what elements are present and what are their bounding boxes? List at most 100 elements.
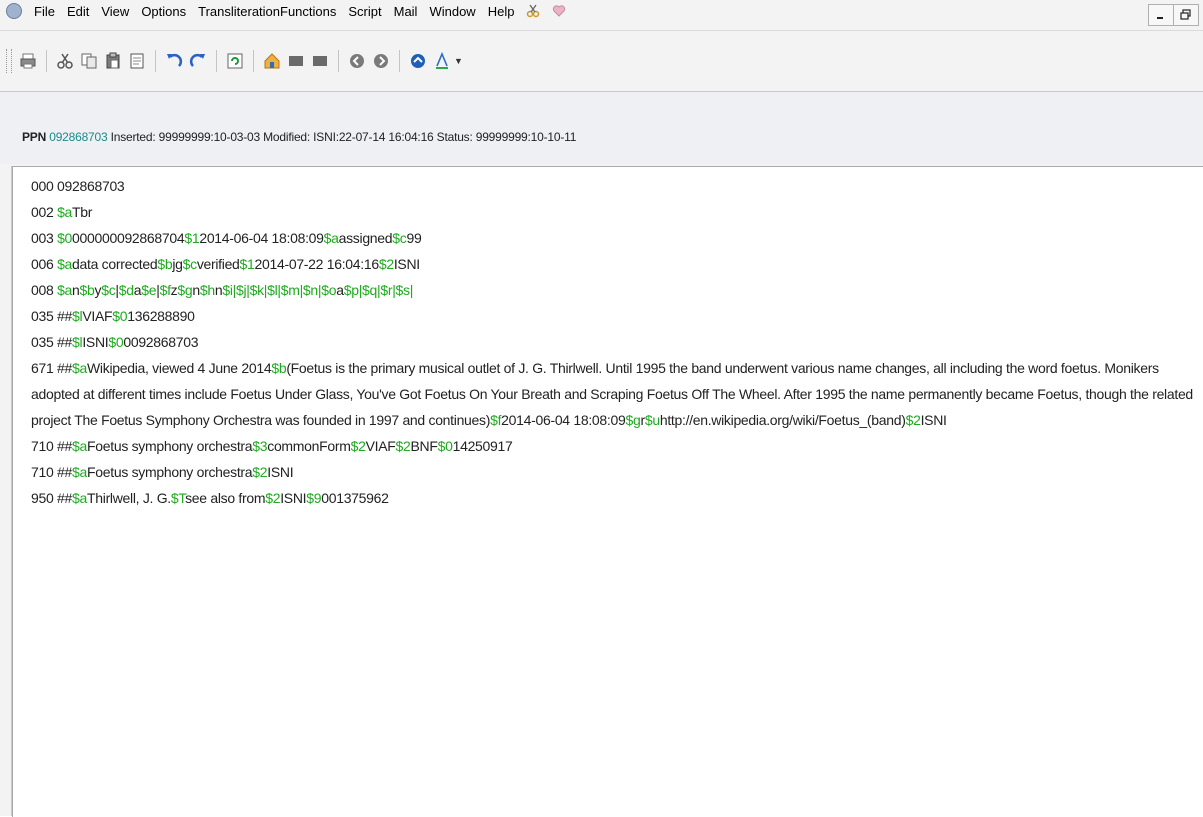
record-field-line[interactable]: 671 ##$aWikipedia, viewed 4 June 2014$b(… [31, 355, 1201, 433]
menu-window[interactable]: Window [429, 4, 475, 19]
field-text: 003 [31, 230, 58, 246]
subfield-code: $2 [265, 490, 281, 506]
subfield-code: $c [182, 256, 197, 272]
subfield-code: $0 [112, 308, 128, 324]
redo-icon[interactable] [188, 51, 208, 71]
toolbar-separator [155, 50, 156, 72]
record-field-line[interactable]: 710 ##$aFoetus symphony orchestra$3commo… [31, 433, 1201, 459]
record-field-line[interactable]: 003 $0000000092868704$12014-06-04 18:08:… [31, 225, 1201, 251]
up-icon[interactable] [408, 51, 428, 71]
field-text: ISNI [280, 490, 307, 506]
refresh-icon[interactable] [225, 51, 245, 71]
subfield-code: $2 [378, 256, 394, 272]
field-text: 0092868703 [123, 334, 199, 350]
field-text: 035 ## [31, 308, 73, 324]
window-controls [1148, 4, 1199, 26]
copy-icon[interactable] [79, 51, 99, 71]
subfield-code: $a [57, 204, 73, 220]
record-field-line[interactable]: 950 ##$aThirlwell, J. G.$Tsee also from$… [31, 485, 1201, 511]
subfield-code: $2 [350, 438, 366, 454]
field-text: VIAF [365, 438, 396, 454]
subfield-code: $i|$j|$k|$l|$m|$n| [222, 282, 322, 298]
subfield-code: $f [159, 282, 171, 298]
toolbar-grip[interactable] [6, 49, 12, 73]
menu-script[interactable]: Script [348, 4, 381, 19]
block-icon[interactable] [310, 51, 330, 71]
menu-mail[interactable]: Mail [394, 4, 418, 19]
toolbar-separator [338, 50, 339, 72]
subfield-code: $a [72, 360, 88, 376]
record-field-line[interactable]: 035 ##$lISNI$00092868703 [31, 329, 1201, 355]
field-text: 035 ## [31, 334, 73, 350]
paste-icon[interactable] [103, 51, 123, 71]
home-icon[interactable] [262, 51, 282, 71]
app-window: File Edit View Options TransliterationFu… [0, 0, 1203, 817]
subfield-code: $e [141, 282, 157, 298]
record-editor[interactable]: 000 092868703 002 $aTbr 003 $0000000092868… [12, 166, 1203, 817]
field-text: Tbr [72, 204, 93, 220]
field-text: 2014-06-04 18:08:09 [199, 230, 324, 246]
field-text: ISNI [920, 412, 947, 428]
field-text: 008 [31, 282, 58, 298]
ppn-value[interactable]: 092868703 [49, 130, 107, 144]
record-field-line[interactable]: 008 $an$by$c|$da$e|$fz$gn$hn$i|$j|$k|$l|… [31, 277, 1201, 303]
subfield-code: $a [323, 230, 339, 246]
field-text: 14250917 [452, 438, 513, 454]
subfield-code: $3 [252, 438, 268, 454]
subfield-code: $a [72, 464, 88, 480]
print-icon[interactable] [18, 51, 38, 71]
subfield-code: $0 [108, 334, 124, 350]
cut-icon[interactable] [55, 51, 75, 71]
menu-options[interactable]: Options [141, 4, 186, 19]
record-field-line[interactable]: 710 ##$aFoetus symphony orchestra$2ISNI [31, 459, 1201, 485]
field-text: 950 ## [31, 490, 73, 506]
menu-view[interactable]: View [101, 4, 129, 19]
subfield-code: $a [57, 256, 73, 272]
field-text: Foetus symphony orchestra [87, 438, 253, 454]
menu-file[interactable]: File [34, 4, 55, 19]
ppn-label: PPN [22, 130, 47, 144]
forward-icon[interactable] [371, 51, 391, 71]
field-text: VIAF [82, 308, 113, 324]
dropdown-arrow-icon[interactable]: ▼ [454, 56, 463, 66]
subfield-code: $l [72, 334, 83, 350]
undo-icon[interactable] [164, 51, 184, 71]
menu-help[interactable]: Help [488, 4, 515, 19]
menu-edit[interactable]: Edit [67, 4, 89, 19]
toolbar: ▼ [0, 31, 1203, 92]
record-field-line[interactable]: 002 $aTbr [31, 199, 1201, 225]
toolbar-separator [46, 50, 47, 72]
subfield-code: $0 [437, 438, 453, 454]
field-text: ISNI [267, 464, 294, 480]
field-text: 136288890 [127, 308, 195, 324]
app-icon[interactable] [6, 3, 22, 19]
minimize-icon[interactable] [1148, 4, 1174, 26]
subfield-code: $b [157, 256, 173, 272]
subfield-code: $2 [395, 438, 411, 454]
heart-icon[interactable] [552, 4, 566, 18]
record-field-line[interactable]: 000 092868703 [31, 173, 1201, 199]
subfield-code: $a [72, 490, 88, 506]
record-field-line[interactable]: 006 $adata corrected$bjg$cverified$12014… [31, 251, 1201, 277]
record-field-line[interactable]: 035 ##$lVIAF$0136288890 [31, 303, 1201, 329]
field-text: assigned [338, 230, 393, 246]
subfield-code: $9 [306, 490, 322, 506]
field-text: ISNI [393, 256, 420, 272]
field-text: 671 ## [31, 360, 73, 376]
back-icon[interactable] [347, 51, 367, 71]
block-icon[interactable] [286, 51, 306, 71]
font-color-icon[interactable] [432, 51, 452, 71]
subfield-code: $g [177, 282, 193, 298]
document-icon[interactable] [127, 51, 147, 71]
restore-icon[interactable] [1173, 4, 1199, 26]
scissors-icon[interactable] [526, 4, 540, 18]
toolbar-separator [399, 50, 400, 72]
toolbar-separator [253, 50, 254, 72]
field-text: a [336, 282, 344, 298]
field-text: see also from [185, 490, 266, 506]
field-text: 000000092868704 [72, 230, 185, 246]
field-text: data corrected [72, 256, 158, 272]
subfield-code: $u [644, 412, 660, 428]
menu-transliteration-functions[interactable]: TransliterationFunctions [198, 4, 336, 19]
field-text: Foetus symphony orchestra [87, 464, 253, 480]
